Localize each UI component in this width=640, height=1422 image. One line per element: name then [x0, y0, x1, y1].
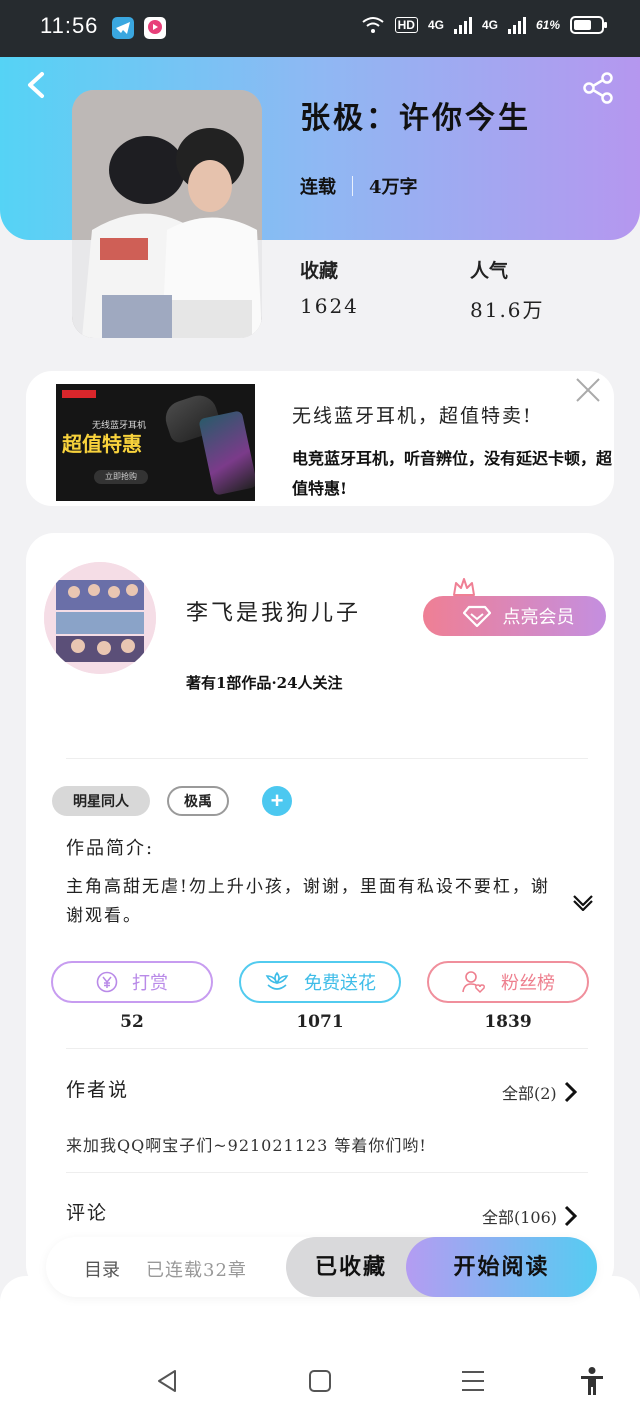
author-name[interactable]: 李飞是我狗儿子 [186, 595, 361, 627]
crown-icon [453, 578, 475, 596]
author-says-all-link[interactable]: 全部(2) [502, 1080, 577, 1104]
popularity-label: 人气 [470, 260, 509, 282]
nav-back-icon[interactable] [153, 1366, 183, 1396]
status-bar: 11:56 HD 4G 4G 61% [0, 0, 640, 57]
ad-banner[interactable]: 无线蓝牙耳机 超值特惠 立即抢购 无线蓝牙耳机，超值特卖! 电竞蓝牙耳机，听音辨… [26, 371, 614, 506]
book-status: 连载 [300, 177, 336, 198]
author-stats: 著有1部作品·24人关注 [186, 674, 343, 692]
divider [66, 758, 588, 759]
divider [66, 1048, 588, 1049]
divider [66, 1172, 588, 1173]
tip-count: 52 [120, 1012, 144, 1032]
share-icon[interactable] [580, 70, 616, 106]
status-icons: HD 4G 4G 61% [361, 16, 607, 34]
battery-icon [570, 16, 607, 34]
comments-all-link[interactable]: 全部(106) [482, 1204, 578, 1228]
activate-vip-button[interactable]: 点亮会员 [423, 596, 606, 636]
ad-image-tag [62, 390, 96, 398]
chevron-right-icon [564, 1081, 577, 1103]
add-tag-button[interactable]: + [262, 786, 292, 816]
fan-ranking-button[interactable]: 粉丝榜 [427, 961, 589, 1003]
vip-label: 点亮会员 [502, 607, 575, 628]
wifi-icon [361, 17, 384, 33]
send-flower-label: 免费送花 [304, 973, 376, 994]
intro-body: 主角高甜无虐!勿上升小孩，谢谢，里面有私设不要杠，谢谢观看。 [66, 877, 550, 926]
book-cover-image[interactable] [72, 90, 262, 338]
accessibility-icon[interactable] [577, 1366, 607, 1396]
yen-coin-icon [96, 971, 118, 993]
ad-image-button: 立即抢购 [94, 470, 148, 484]
book-title: 张极：许你今生 [300, 101, 531, 136]
fan-count: 1839 [484, 1012, 532, 1032]
network-type-1: 4G [427, 18, 444, 32]
book-meta: 连载 4万字 [300, 173, 418, 199]
status-time: 11:56 [40, 13, 99, 38]
battery-percent: 61% [535, 18, 560, 32]
table-of-contents-button[interactable]: 目录 [84, 1256, 120, 1282]
serial-chapters-label: 已连载32章 [146, 1260, 247, 1281]
tip-label: 打赏 [132, 973, 168, 994]
video-app-icon [144, 17, 166, 39]
flower-icon [265, 971, 289, 990]
comments-all-label: 全部(106) [482, 1208, 558, 1227]
intro-heading: 作品简介: [66, 838, 155, 859]
favorites-label: 收藏 [300, 260, 339, 282]
book-words: 4万字 [369, 177, 418, 198]
phone-shape [198, 410, 255, 496]
meta-divider [352, 176, 353, 196]
flower-count: 1071 [296, 1012, 344, 1032]
author-says-text: 来加我QQ啊宝子们~921021123 等着你们哟! [66, 1136, 427, 1155]
diamond-icon [462, 605, 491, 627]
close-icon[interactable] [575, 377, 601, 403]
author-avatar[interactable] [44, 562, 156, 674]
signal-icon [453, 16, 472, 34]
ad-image-headline: 超值特惠 [62, 434, 142, 456]
ad-title: 无线蓝牙耳机，超值特卖! [292, 405, 533, 427]
favorites-value: 1624 [300, 294, 359, 318]
comments-heading: 评论 [66, 1202, 109, 1224]
network-type-2: 4G [481, 18, 498, 32]
tip-button[interactable]: 打赏 [51, 961, 213, 1003]
hd-badge: HD [394, 17, 418, 33]
author-says-heading: 作者说 [66, 1079, 130, 1101]
tag-chip[interactable]: 极禹 [167, 786, 229, 816]
nav-home-icon[interactable] [305, 1366, 335, 1396]
fan-ranking-label: 粉丝榜 [501, 973, 555, 994]
back-arrow-icon[interactable] [22, 70, 52, 100]
popularity-value: 81.6万 [470, 298, 545, 322]
nav-menu-icon[interactable] [458, 1366, 488, 1396]
ad-image[interactable]: 无线蓝牙耳机 超值特惠 立即抢购 [56, 384, 255, 501]
chevron-down-icon[interactable] [572, 893, 594, 911]
bottom-sheet [0, 1276, 640, 1422]
author-says-all-label: 全部(2) [502, 1084, 557, 1103]
signal-icon-2 [507, 16, 526, 34]
ad-description: 电竞蓝牙耳机，听音辨位，没有延迟卡顿，超值特惠! [292, 449, 613, 498]
send-flower-button[interactable]: 免费送花 [239, 961, 401, 1003]
chevron-right-icon [564, 1205, 578, 1227]
tag-chip[interactable]: 明星同人 [52, 786, 150, 816]
start-reading-button[interactable]: 开始阅读 [406, 1237, 597, 1297]
user-heart-icon [462, 971, 485, 994]
telegram-app-icon [112, 17, 134, 39]
